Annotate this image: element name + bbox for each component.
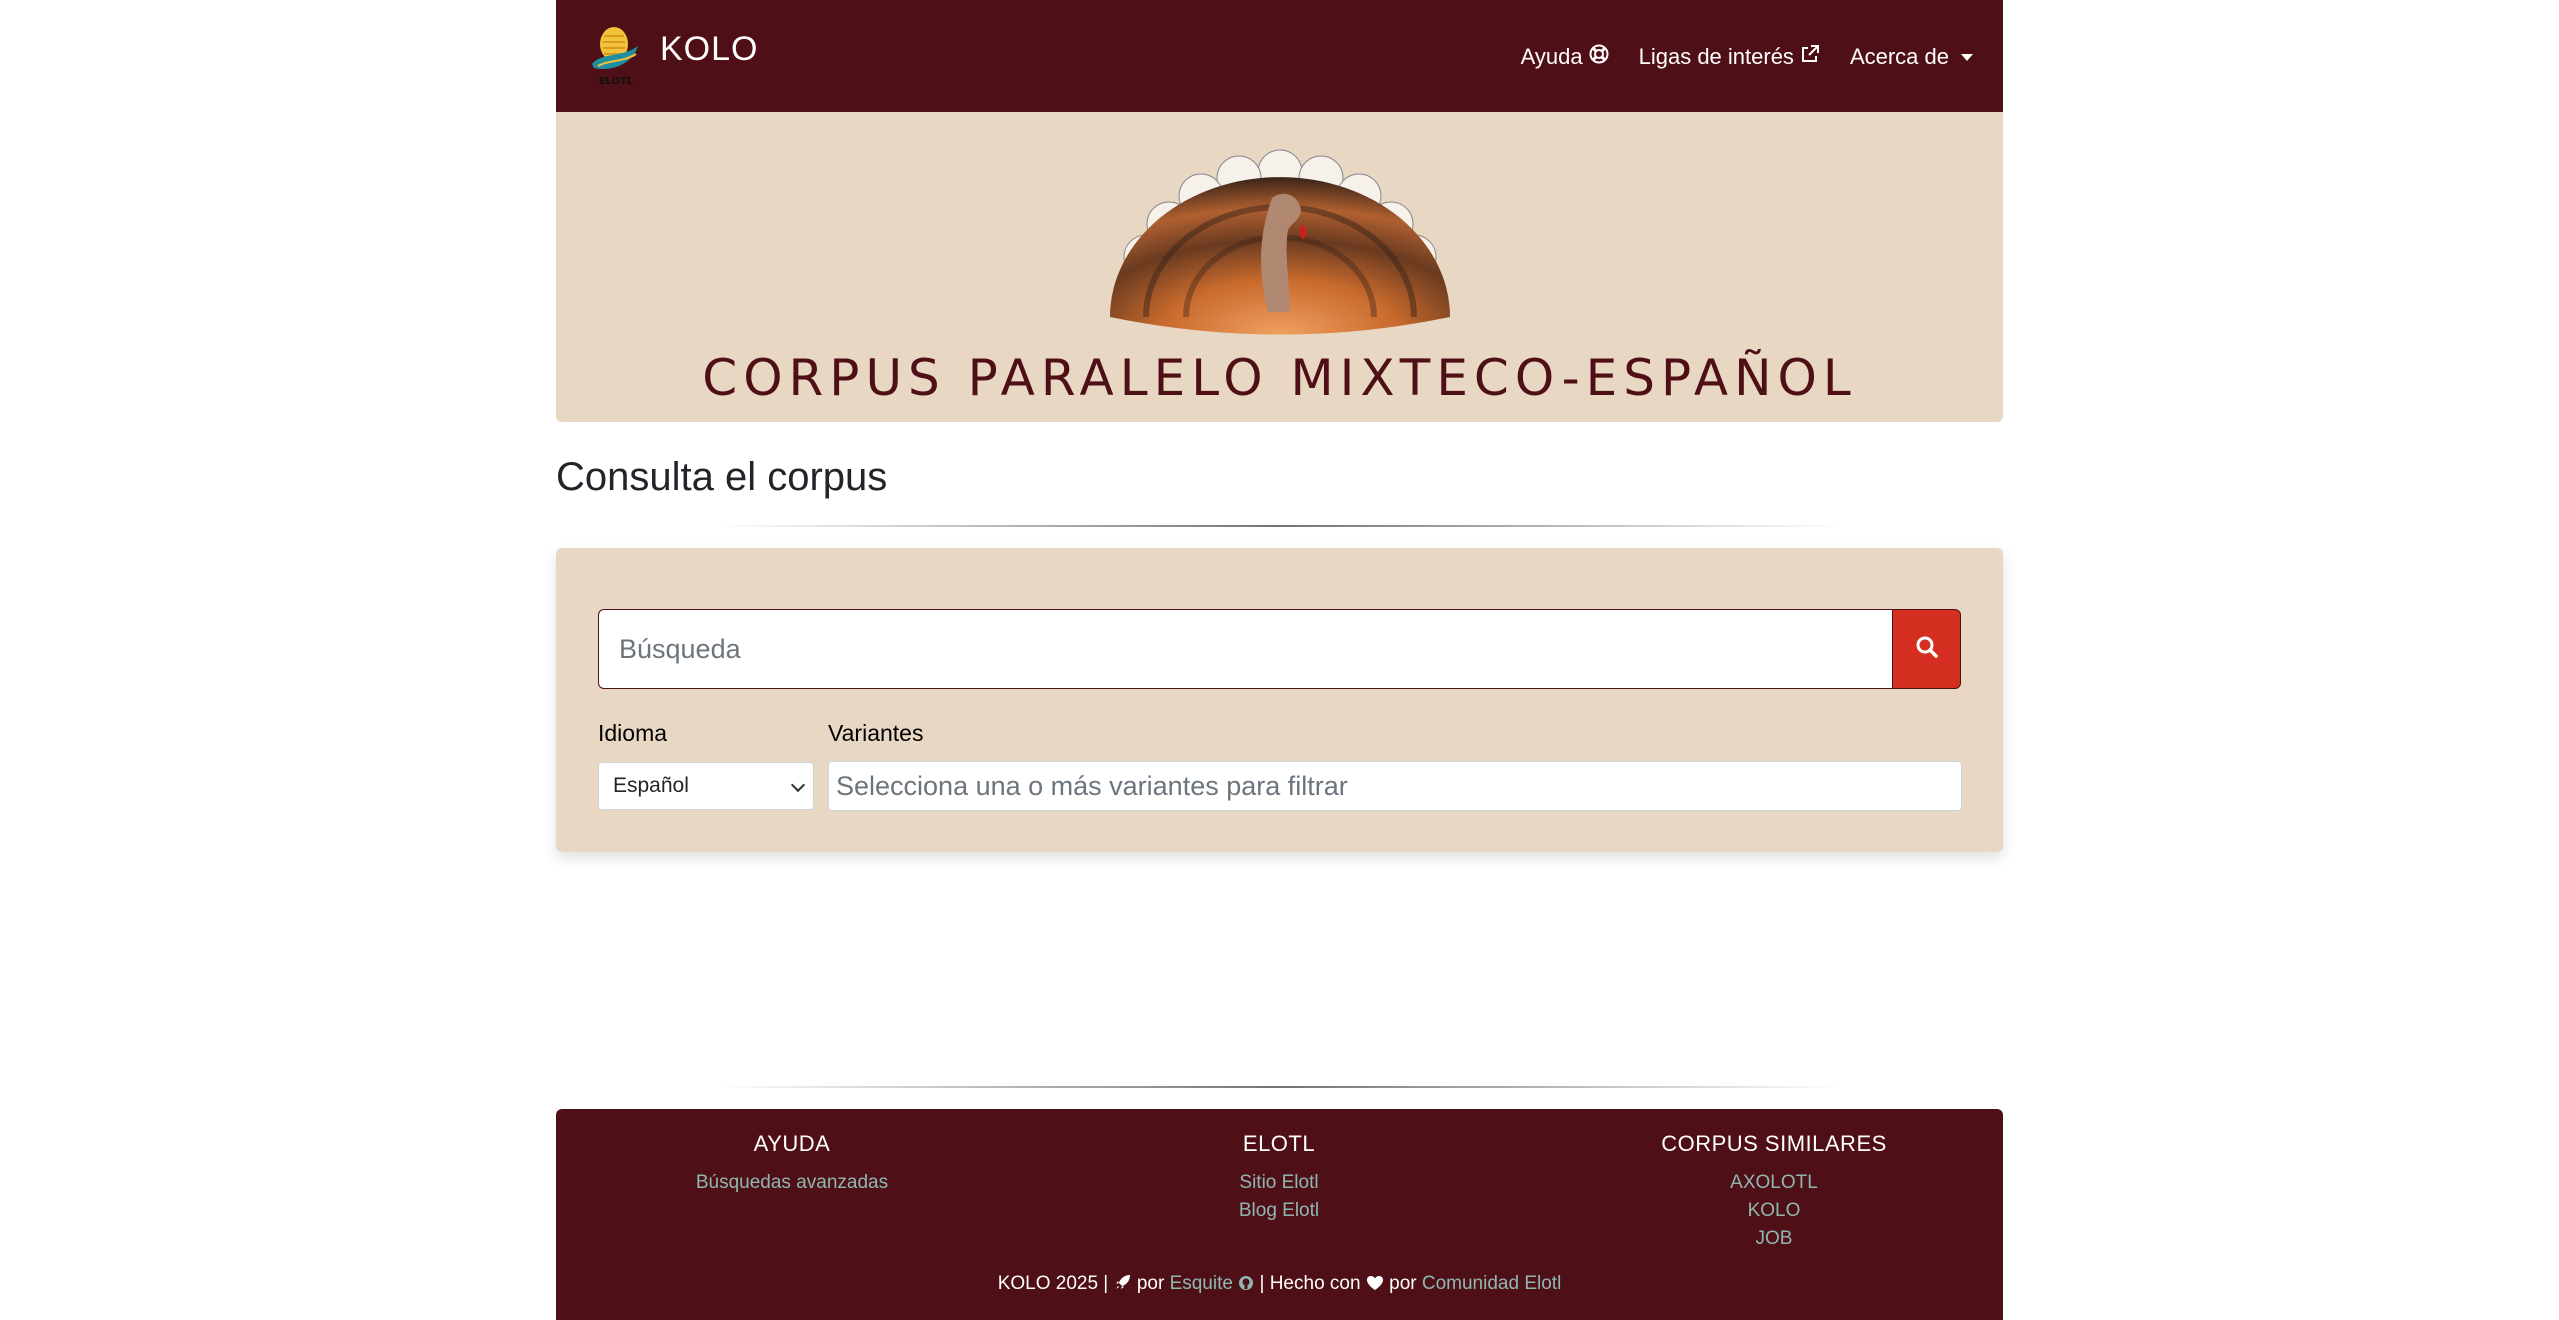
page-title: Consulta el corpus [556,455,888,499]
caret-down-icon [1961,53,1973,61]
nav-links-of-interest-label: Ligas de interés [1638,44,1794,69]
banner: CORPUS PARALELO MIXTECO-ESPAÑOL [556,112,2003,422]
footer-by-label: por [1136,1273,1165,1294]
footer-link-elotl-site[interactable]: Sitio Elotl [1069,1169,1489,1197]
footer-column-elotl: ELOTL Sitio Elotl Blog Elotl [1069,1131,1489,1225]
footer-link-advanced-search[interactable]: Búsquedas avanzadas [582,1169,1002,1197]
turkey-illustration [1110,149,1450,335]
search-input[interactable] [598,609,1892,689]
lifebuoy-icon [1589,44,1609,70]
language-label: Idioma [598,720,668,746]
elotl-logo: ELOTL [588,22,644,88]
footer-column-help: AYUDA Búsquedas avanzadas [582,1131,1002,1197]
logo-text: ELOTL [599,76,634,87]
nav-about-dropdown[interactable]: Acerca de [1850,44,1973,70]
brand-name: KOLO [660,29,759,68]
footer-heading: ELOTL [1242,1131,1316,1156]
footer-made-with: | Hecho con [1259,1273,1361,1294]
footer-link-job[interactable]: JOB [1564,1225,1984,1253]
footer-link-axolotl[interactable]: AXOLOTL [1564,1169,1984,1197]
language-selected-value: Español [613,774,689,797]
nav-help[interactable]: Ayuda [1521,44,1609,70]
search-card: Idioma Variantes Español Selecciona una … [556,548,2003,852]
navbar: ELOTL KOLO Ayuda Ligas de interés Acerca… [556,0,2003,112]
variants-multiselect[interactable]: Selecciona una o más variantes para filt… [828,761,1962,811]
footer-link-esquite[interactable]: Esquite [1170,1273,1233,1294]
footer-heading: CORPUS SIMILARES [1661,1131,1887,1156]
language-select[interactable]: Español [598,762,814,810]
footer: AYUDA Búsquedas avanzadas ELOTL Sitio El… [556,1109,2003,1320]
footer-link-community[interactable]: Comunidad Elotl [1422,1273,1561,1294]
nav-links-of-interest[interactable]: Ligas de interés [1639,44,1820,70]
heart-icon [1366,1275,1384,1297]
footer-divider [716,1086,1843,1088]
divider [716,525,1843,527]
nav-links: Ayuda Ligas de interés Acerca de [1521,44,1973,70]
footer-by-label-2: por [1389,1273,1417,1294]
footer-copyright: KOLO 2025 | [997,1273,1109,1294]
footer-link-kolo[interactable]: KOLO [1564,1197,1984,1225]
footer-credits: KOLO 2025 | por Esquite | Hecho con por … [556,1273,2003,1297]
nav-help-label: Ayuda [1520,44,1583,69]
footer-link-elotl-blog[interactable]: Blog Elotl [1069,1197,1489,1225]
search-icon [1915,635,1939,664]
banner-title: CORPUS PARALELO MIXTECO-ESPAÑOL [702,349,1857,407]
chevron-down-icon [790,777,806,793]
footer-heading: AYUDA [753,1131,831,1156]
variants-label: Variantes [828,720,924,746]
search-button[interactable] [1892,609,1961,689]
brand[interactable]: ELOTL KOLO [588,22,758,88]
nav-about-label: Acerca de [1849,44,1949,69]
rocket-icon [1114,1273,1132,1297]
variants-placeholder: Selecciona una o más variantes para filt… [836,770,1348,801]
footer-column-similar: CORPUS SIMILARES AXOLOTL KOLO JOB [1564,1131,1984,1253]
github-icon[interactable] [1238,1275,1254,1297]
external-link-icon [1800,44,1820,70]
